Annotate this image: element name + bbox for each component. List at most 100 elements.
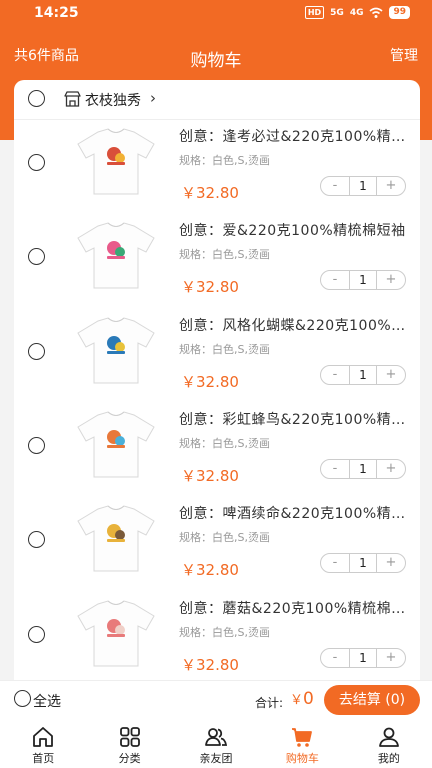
- item-select-radio[interactable]: [28, 436, 45, 454]
- cart-item: 创意：蘑菇&220克100%精梳棉短袖规格：白色,S,烫画 ￥32.80 -1 +: [14, 596, 420, 681]
- profile-icon: [378, 727, 399, 747]
- item-price: ￥32.80: [181, 372, 239, 391]
- wifi-icon: [369, 7, 383, 18]
- tshirt-image[interactable]: [76, 599, 156, 668]
- total-amount: 0: [303, 689, 314, 709]
- select-all-radio[interactable]: [14, 690, 31, 707]
- page-title: 购物车: [190, 51, 242, 71]
- decrement-button[interactable]: -: [321, 366, 349, 384]
- item-price: ￥32.80: [181, 184, 239, 202]
- item-select-radio[interactable]: [28, 342, 45, 360]
- item-select-radio[interactable]: [28, 625, 45, 643]
- quantity-value[interactable]: 1: [349, 177, 377, 195]
- tshirt-image[interactable]: [76, 317, 156, 385]
- increment-button[interactable]: +: [377, 177, 405, 195]
- item-select-radio[interactable]: [28, 154, 45, 171]
- item-title[interactable]: 创意：啤酒续命&220克100%精梳棉短袖: [179, 503, 409, 523]
- total-value: ￥0: [290, 689, 314, 709]
- item-price: ￥32.80: [181, 278, 239, 297]
- shop-select-radio[interactable]: [28, 90, 45, 107]
- quantity-stepper: -1 +: [320, 270, 406, 291]
- tshirt-image[interactable]: [76, 505, 156, 573]
- total-label: 合计:: [255, 696, 284, 710]
- item-spec[interactable]: 规格：白色,S,烫画: [179, 341, 270, 357]
- item-title[interactable]: 创意：蘑菇&220克100%精梳棉短袖: [179, 598, 409, 618]
- tshirt-image[interactable]: [76, 222, 156, 290]
- quantity-stepper: -1 +: [320, 553, 406, 574]
- tab-category[interactable]: 分类: [86, 718, 172, 768]
- cart-item: 创意：逢考必过&220克100%精梳棉短袖规格：白色,S,烫画 ￥32.80 -1+: [14, 124, 420, 218]
- item-title[interactable]: 创意：彩虹蜂鸟&220克100%精梳棉短袖: [179, 409, 409, 429]
- users-icon: [205, 728, 228, 746]
- tab-profile[interactable]: 我的: [346, 718, 432, 768]
- checkout-button[interactable]: 去结算 (0): [324, 685, 420, 715]
- tab-bar: 首页 分类 亲友团 购物车 我的: [0, 718, 432, 768]
- select-all-label[interactable]: 全选: [33, 691, 61, 711]
- quantity-value[interactable]: 1: [349, 648, 377, 667]
- tab-cart[interactable]: 购物车: [259, 718, 345, 768]
- decrement-button[interactable]: -: [321, 271, 349, 289]
- decrement-button[interactable]: -: [321, 554, 349, 572]
- total-currency: ￥: [290, 693, 304, 708]
- quantity-value[interactable]: 1: [349, 554, 377, 573]
- status-bar: 14:25 HD 5G 4G 99: [0, 0, 432, 28]
- increment-button[interactable]: +: [377, 271, 405, 289]
- item-select-radio[interactable]: [28, 248, 45, 266]
- hd-badge: HD: [304, 6, 325, 19]
- status-time: 14:25: [34, 5, 79, 21]
- tab-label: 首页: [32, 752, 55, 765]
- quantity-stepper: -1 +: [320, 647, 406, 668]
- item-spec[interactable]: 规格：白色,S,烫画: [179, 152, 270, 168]
- tshirt-image[interactable]: [76, 411, 156, 479]
- quantity-value[interactable]: 1: [349, 459, 377, 478]
- cart-card: 衣枝独秀 › 创意：逢考必过&220克100%精梳棉短袖规格：白色,S,烫画 ￥3…: [14, 80, 420, 680]
- cart-icon: [292, 728, 313, 747]
- tab-label: 分类: [118, 752, 141, 765]
- battery-indicator: 99: [389, 6, 410, 19]
- item-spec[interactable]: 规格：白色,S,烫画: [179, 246, 270, 262]
- increment-button[interactable]: +: [377, 649, 405, 667]
- network-4g-label: 4G: [349, 7, 364, 18]
- cart-item: 创意：啤酒续命&220克100%精梳棉短袖规格：白色,S,烫画 ￥32.80 -1+: [14, 501, 420, 595]
- manage-button[interactable]: 管理: [390, 45, 418, 65]
- item-price: ￥32.80: [181, 466, 239, 485]
- home-icon: [33, 727, 54, 747]
- tab-label: 亲友团: [199, 752, 233, 765]
- store-icon: [64, 91, 81, 107]
- item-title[interactable]: 创意：爱&220克100%精梳棉短袖: [179, 220, 409, 240]
- network-5g-label: 5G: [330, 7, 344, 18]
- tab-friends[interactable]: 亲友团: [173, 718, 259, 768]
- quantity-stepper: -1 +: [320, 176, 406, 196]
- item-spec[interactable]: 规格：白色,S,烫画: [179, 529, 270, 545]
- grid-icon: [119, 727, 140, 747]
- quantity-stepper: -1 +: [320, 364, 406, 385]
- cart-item: 创意：彩虹蜂鸟&220克100%精梳棉短袖规格：白色,S,烫画 ￥32.80 -1+: [14, 407, 420, 501]
- item-spec[interactable]: 规格：白色,S,烫画: [179, 435, 270, 451]
- shop-header: 衣枝独秀 ›: [14, 80, 420, 120]
- quantity-value[interactable]: 1: [349, 271, 377, 290]
- increment-button[interactable]: +: [377, 554, 405, 572]
- increment-button[interactable]: +: [377, 366, 405, 384]
- cart-item: 创意：风格化蝴蝶&220克100%精梳棉短袖规格：白色,S,烫画 ￥32.80 -1…: [14, 313, 420, 407]
- tab-home[interactable]: 首页: [0, 718, 86, 768]
- increment-button[interactable]: +: [377, 460, 405, 478]
- decrement-button[interactable]: -: [321, 460, 349, 478]
- cart-item: 创意：爱&220克100%精梳棉短袖规格：白色,S,烫画 ￥32.80 -1 +: [14, 218, 420, 312]
- tab-label: 我的: [377, 752, 400, 765]
- decrement-button[interactable]: -: [321, 649, 349, 667]
- decrement-button[interactable]: -: [321, 177, 349, 195]
- tab-label: 购物车: [285, 752, 319, 765]
- item-price: ￥32.80: [181, 655, 239, 674]
- item-title[interactable]: 创意：逢考必过&220克100%精梳棉短袖: [179, 126, 409, 146]
- item-spec[interactable]: 规格：白色,S,烫画: [179, 624, 270, 640]
- status-icons: HD 5G 4G 99: [304, 6, 410, 19]
- item-price: ￥32.80: [181, 561, 239, 580]
- quantity-stepper: -1 +: [320, 458, 406, 479]
- tshirt-image[interactable]: [76, 128, 156, 196]
- item-select-radio[interactable]: [28, 531, 45, 549]
- quantity-value[interactable]: 1: [349, 365, 377, 384]
- shop-name[interactable]: 衣枝独秀: [85, 90, 141, 110]
- item-title[interactable]: 创意：风格化蝴蝶&220克100%精梳棉短袖: [179, 315, 409, 335]
- checkout-bar: 全选 合计: ￥0 去结算 (0): [0, 680, 432, 718]
- chevron-right-icon[interactable]: ›: [150, 89, 156, 107]
